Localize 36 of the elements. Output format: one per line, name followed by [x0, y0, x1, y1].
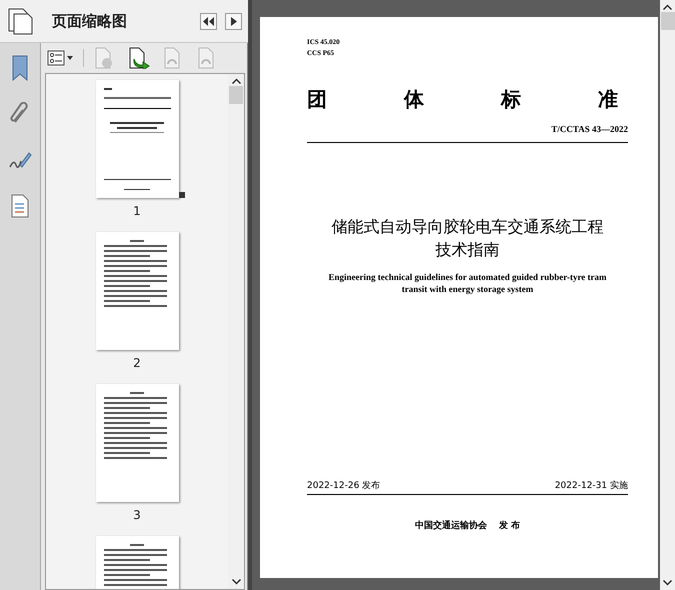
double-left-arrow-icon: [203, 16, 214, 26]
document-title: 储能式自动导向胶轮电车交通系统工程: [332, 216, 604, 238]
panel-title: 页面缩略图: [52, 12, 128, 30]
publisher: 中国交通运输协会 发 布: [414, 519, 520, 532]
right-arrow-icon: [230, 16, 236, 26]
effective-date: 2022-12-31 实施: [554, 480, 628, 492]
heading-character: 团: [307, 86, 327, 113]
page-number: 1: [133, 204, 141, 218]
page-thumbnail[interactable]: [96, 384, 178, 502]
collapse-button[interactable]: [200, 12, 217, 30]
toolbar-button[interactable]: [128, 46, 152, 70]
standard-number: T/CCTAS 43—2022: [551, 124, 628, 134]
page-rotate-right-icon: [196, 47, 216, 69]
page-arrow-icon: [128, 47, 150, 69]
bookmark-icon: [11, 55, 29, 81]
page-rotate-left-icon: [162, 47, 182, 69]
scrollbar-thumb[interactable]: [660, 12, 674, 30]
page-number: 3: [133, 508, 141, 522]
heading-character: 准: [598, 86, 618, 113]
caret-icon: [67, 56, 73, 60]
scrollbar-thumb[interactable]: [229, 86, 243, 104]
heading-character: 体: [404, 86, 424, 113]
heading-character: 标: [501, 86, 521, 113]
page-number: 2: [133, 356, 141, 370]
english-title: transit with energy storage system: [402, 283, 534, 295]
page-delete-icon: [94, 47, 114, 69]
document-icon: [11, 194, 29, 218]
scrollbar[interactable]: [660, 0, 675, 590]
document-title: 技术指南: [436, 239, 500, 261]
page-thumbnail[interactable]: [96, 80, 178, 198]
list-options-icon: [47, 50, 65, 66]
page-thumbnail[interactable]: [96, 232, 178, 350]
pages-icon: [6, 6, 34, 36]
english-title: Engineering technical guidelines for automated guided rubber-tyre tram: [328, 271, 607, 283]
issue-date: 2022-12-26 发布: [307, 480, 380, 492]
expand-button[interactable]: [225, 12, 242, 30]
